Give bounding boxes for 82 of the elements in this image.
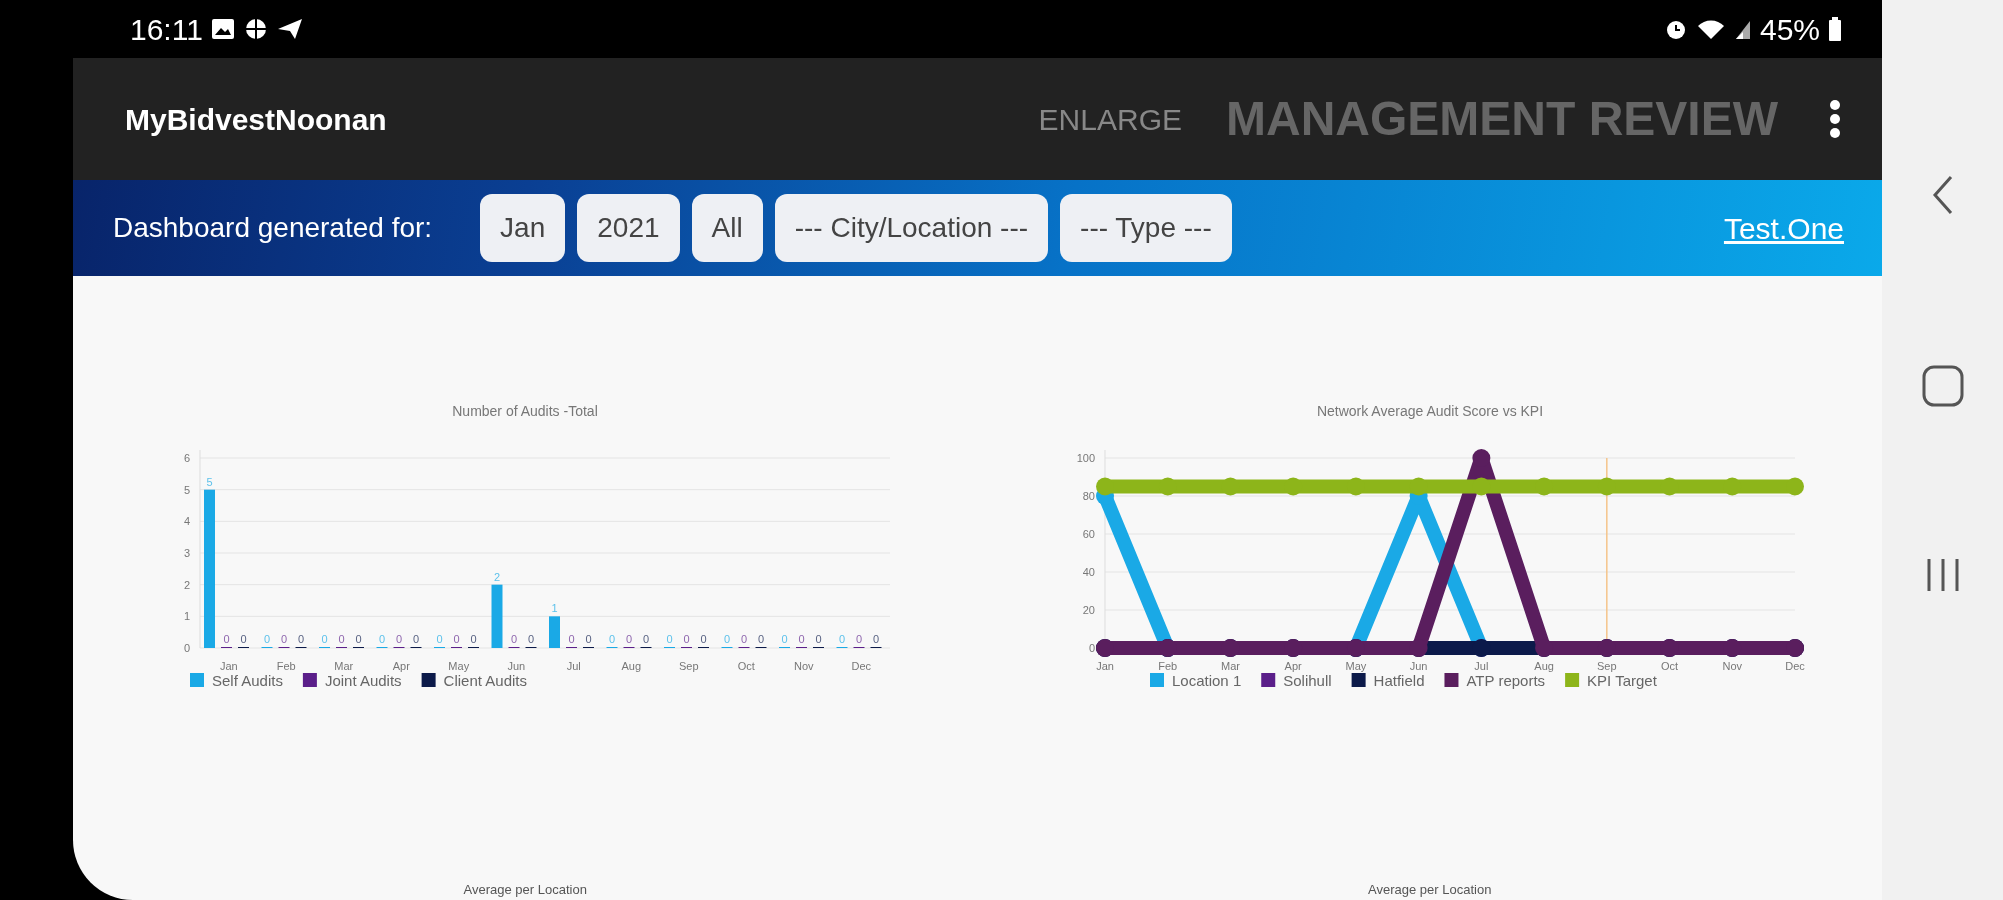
data-label: 0 — [839, 633, 846, 645]
data-label: 0 — [856, 633, 863, 645]
data-label: 0 — [873, 633, 880, 645]
data-label: 0 — [453, 633, 460, 645]
axis-tick-label: 40 — [1082, 566, 1095, 578]
axis-tick-label: Jun — [1409, 660, 1428, 672]
data-label: 0 — [666, 633, 673, 645]
status-time: 16:11 — [130, 11, 203, 48]
data-label: 0 — [379, 633, 386, 645]
data-label: 0 — [643, 633, 650, 645]
data-label: 0 — [815, 633, 822, 645]
data-label: 0 — [355, 633, 362, 645]
data-label: 0 — [758, 633, 765, 645]
axis-tick-label: Sep — [679, 660, 699, 672]
axis-tick-label: Feb — [1158, 660, 1177, 672]
axis-tick-label: Jul — [566, 660, 582, 672]
axis-tick-label: 3 — [184, 547, 191, 559]
axis-tick-label: Aug — [1534, 660, 1554, 672]
data-label: 0 — [338, 633, 345, 645]
axis-tick-label: 20 — [1082, 604, 1095, 616]
data-label: 0 — [298, 633, 305, 645]
data-label: 0 — [240, 633, 247, 645]
axis-tick-label: 2 — [184, 578, 191, 591]
axis-tick-label: May — [448, 660, 470, 672]
data-label: 0 — [436, 633, 443, 645]
data-label: 0 — [511, 633, 518, 645]
data-label: 0 — [264, 633, 271, 645]
data-label: 0 — [470, 633, 477, 645]
page-title: MANAGEMENT REVIEW — [1226, 91, 1778, 147]
axis-tick-label: 80 — [1082, 490, 1095, 502]
battery-percentage: 45% — [1759, 11, 1820, 48]
axis-tick-label: Oct — [1660, 660, 1678, 672]
data-label: 0 — [281, 633, 288, 645]
axis-tick-label: 6 — [184, 452, 191, 464]
chart-title: Average per Location — [1368, 882, 1492, 897]
chart-title: Network Average Audit Score vs KPI — [1316, 403, 1543, 419]
data-label: 0 — [700, 633, 707, 645]
axis-tick-label: Jan — [1095, 660, 1114, 672]
data-label: 0 — [413, 633, 420, 645]
axis-tick-label: 0 — [184, 642, 191, 654]
axis-tick-label: 5 — [184, 483, 191, 496]
axis-tick-label: Nov — [794, 660, 814, 672]
axis-tick-label: Feb — [277, 660, 296, 672]
axis-tick-label: 0 — [1088, 642, 1095, 654]
axis-tick-label: 4 — [184, 515, 191, 528]
data-label: 0 — [568, 633, 575, 645]
data-label: 0 — [321, 633, 328, 645]
axis-tick-label: Mar — [1220, 660, 1240, 672]
data-label: 5 — [206, 475, 213, 488]
data-label: 0 — [781, 633, 788, 645]
data-label: 0 — [741, 633, 748, 645]
axis-tick-label: 100 — [1076, 452, 1095, 464]
axis-tick-label: 60 — [1082, 528, 1095, 540]
axis-tick-label: Dec — [1784, 660, 1805, 672]
axis-tick-label: Dec — [851, 660, 872, 672]
data-label: 0 — [683, 633, 690, 645]
axis-tick-label: Sep — [1596, 660, 1617, 672]
axis-tick-label: Aug — [621, 660, 642, 672]
data-label: 0 — [724, 633, 731, 645]
data-label: 0 — [798, 633, 805, 645]
axis-tick-label: Apr — [1284, 660, 1302, 672]
axis-tick-label: May — [1345, 660, 1367, 672]
chart-title: Number of Audits -Total — [452, 403, 598, 419]
data-label: 0 — [609, 633, 616, 645]
axis-tick-label: 1 — [184, 610, 191, 623]
axis-tick-label: Nov — [1722, 660, 1742, 672]
data-label: 0 — [528, 633, 535, 645]
chart-title: Average per Location — [463, 882, 587, 897]
axis-tick-label: Jan — [220, 660, 238, 672]
filter-label: Dashboard generated for: — [113, 211, 433, 245]
data-label: 0 — [626, 633, 633, 645]
data-label: 1 — [551, 602, 558, 615]
app-title: MyBidvestNoonan — [125, 101, 387, 138]
axis-tick-label: Mar — [334, 660, 354, 672]
axis-tick-label: Jun — [507, 660, 526, 672]
axis-tick-label: Apr — [392, 660, 411, 672]
data-label: 0 — [223, 633, 230, 645]
data-label: 0 — [396, 633, 403, 645]
data-label: 2 — [494, 570, 501, 583]
data-label: 0 — [585, 633, 592, 645]
axis-tick-label: Jul — [1474, 660, 1489, 672]
axis-tick-label: Oct — [737, 660, 756, 672]
